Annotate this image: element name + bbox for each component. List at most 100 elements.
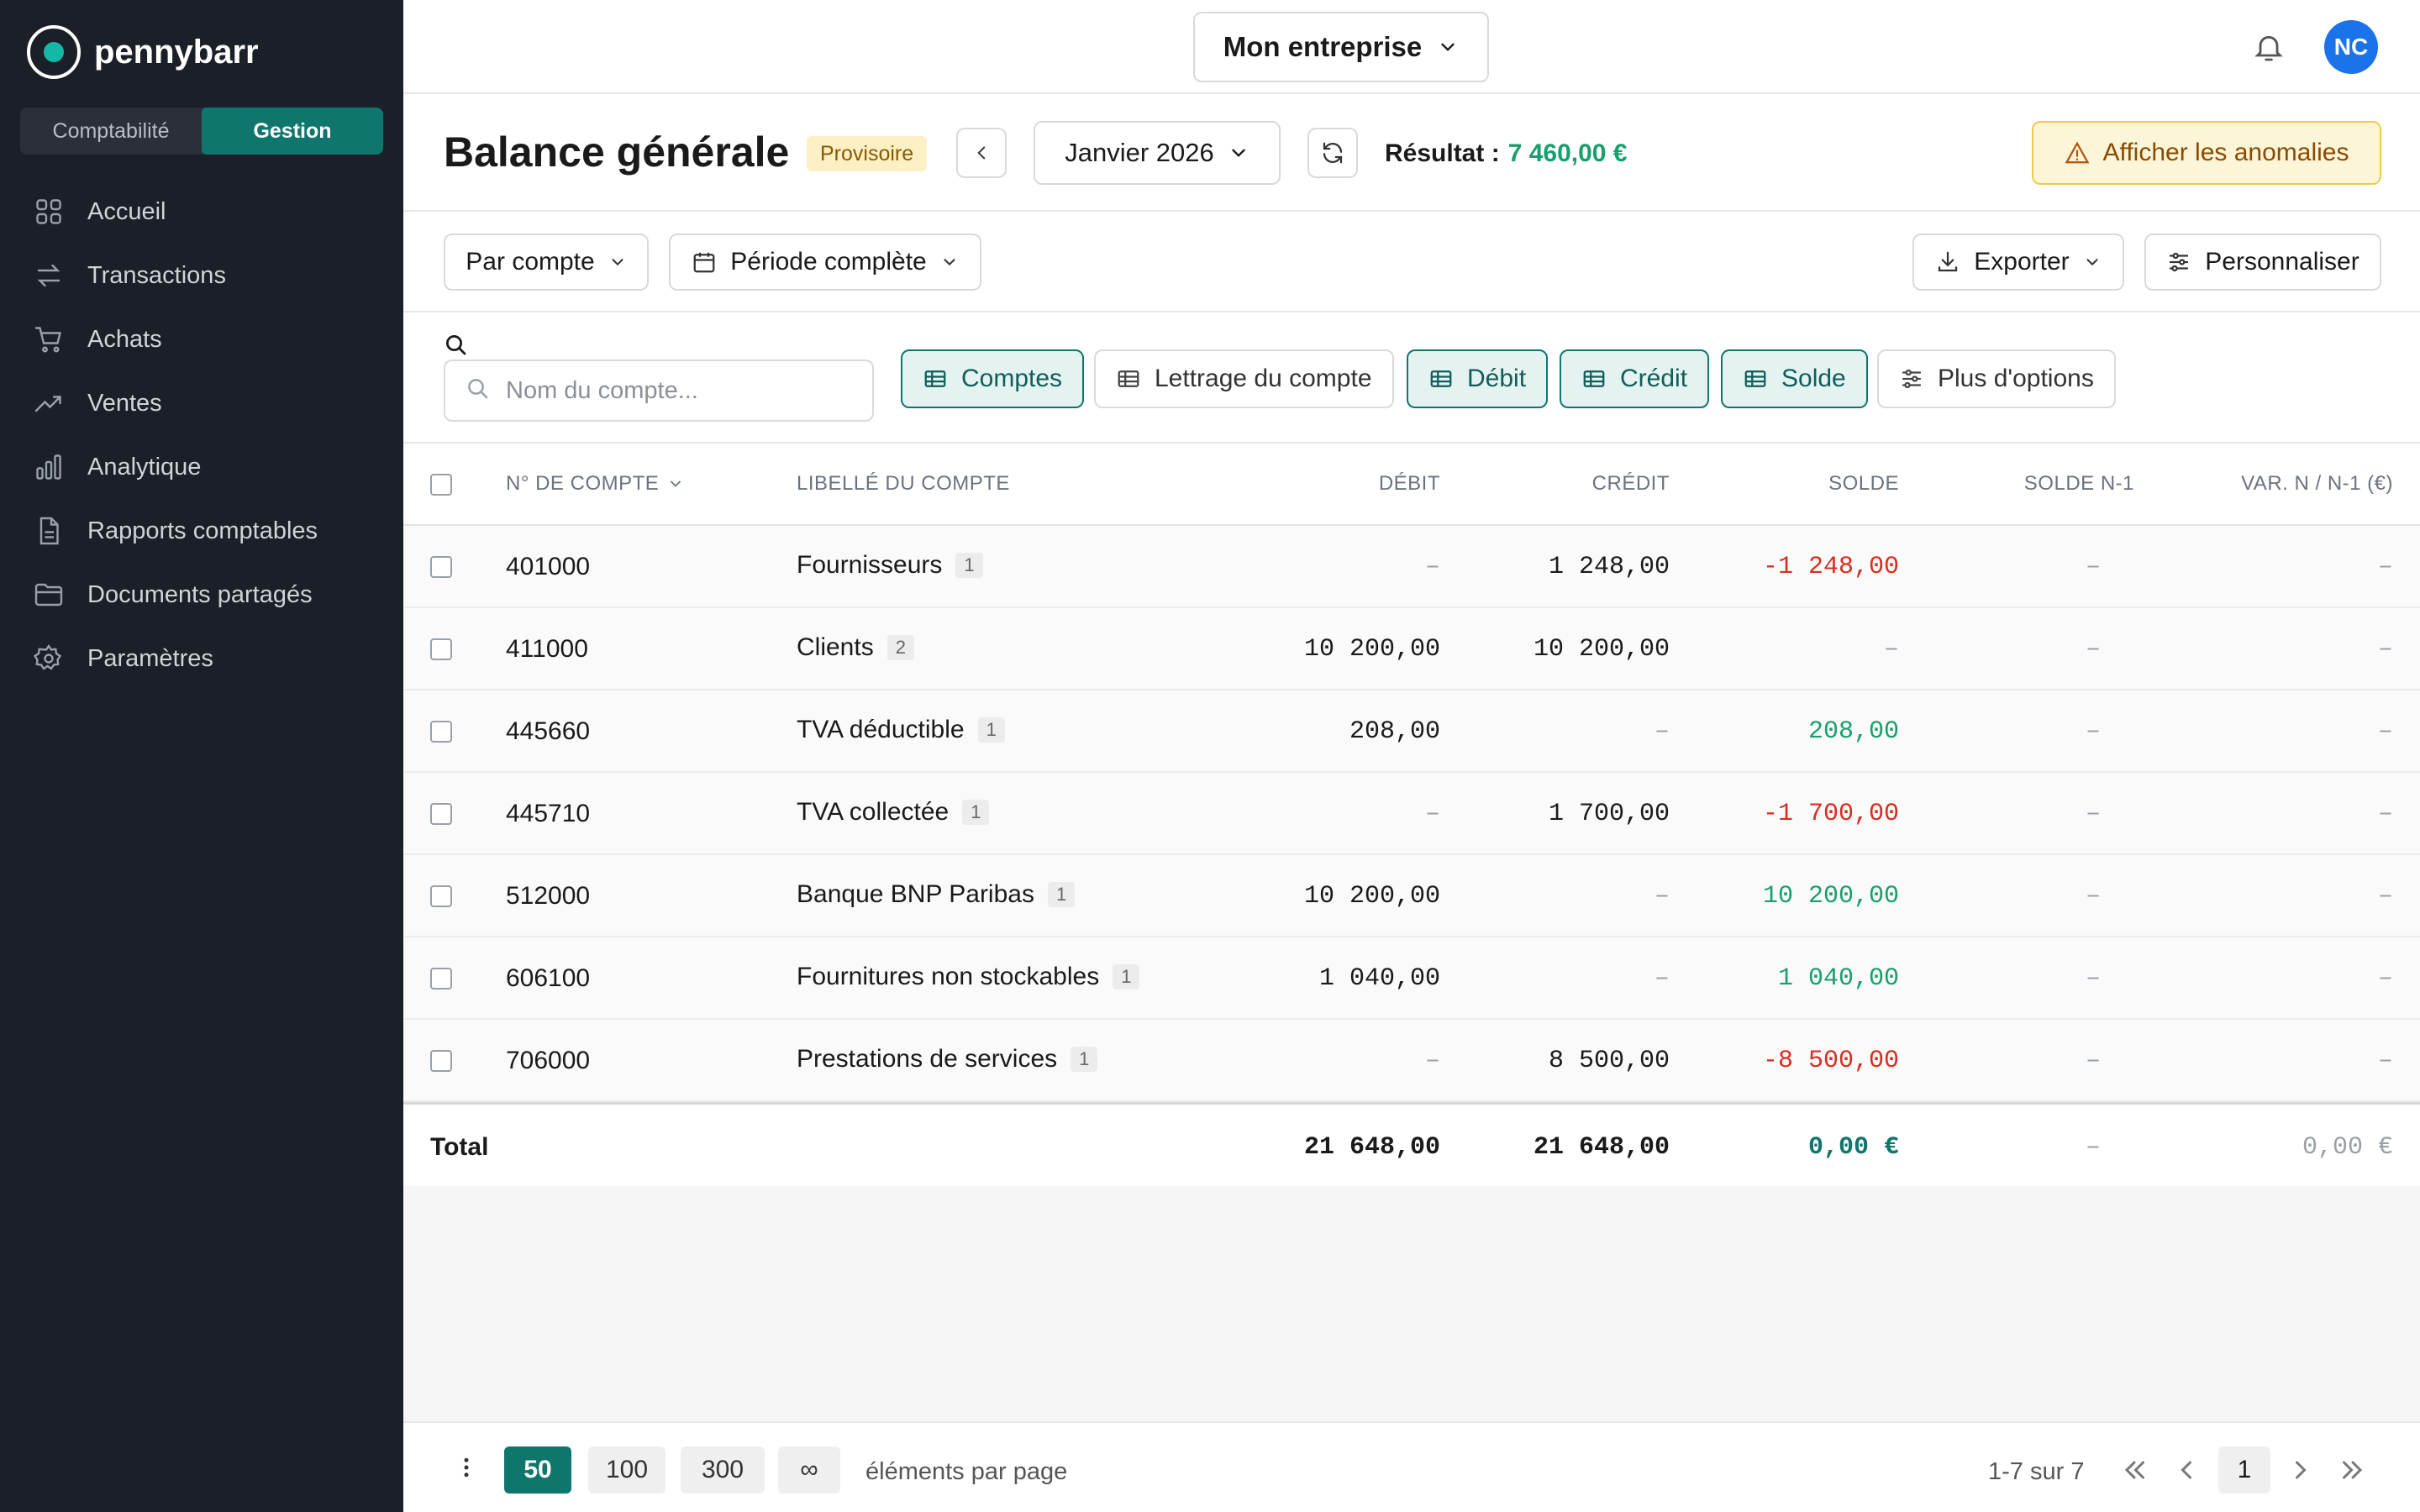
group-by-select[interactable]: Par compte bbox=[444, 234, 649, 291]
debit-value: – bbox=[1424, 1047, 1440, 1075]
brand[interactable]: pennybarr bbox=[27, 25, 259, 79]
toggle-debit[interactable]: Débit bbox=[1407, 349, 1549, 408]
row-checkbox[interactable] bbox=[430, 1050, 452, 1072]
column-solde[interactable]: SOLDE bbox=[1828, 472, 1899, 496]
table-row[interactable]: 445710 TVA collectée 1 – 1 700,00 -1 700,00 – – bbox=[403, 773, 2420, 855]
toggle-credit[interactable]: Crédit bbox=[1560, 349, 1710, 408]
company-select[interactable]: Mon entreprise bbox=[1193, 12, 1489, 82]
current-page[interactable]: 1 bbox=[2218, 1446, 2270, 1494]
previous-month-button[interactable] bbox=[956, 128, 1007, 178]
column-account-number[interactable]: N° DE COMPTE bbox=[506, 472, 684, 496]
period-select[interactable]: Période complète bbox=[669, 234, 981, 291]
account-label: Fournitures non stockables 1 bbox=[797, 963, 1140, 991]
table-icon bbox=[1118, 370, 1139, 387]
toggle-lettrage[interactable]: Lettrage du compte bbox=[1094, 349, 1394, 408]
credit-value: 1 700,00 bbox=[1548, 800, 1670, 828]
table-row[interactable]: 411000 Clients 2 10 200,00 10 200,00 – – – bbox=[403, 608, 2420, 690]
cart-icon bbox=[34, 327, 62, 353]
table-row[interactable]: 706000 Prestations de services 1 – 8 500,00 -… bbox=[403, 1020, 2420, 1102]
first-page-icon[interactable] bbox=[2119, 1455, 2149, 1485]
account-number: 512000 bbox=[506, 882, 591, 910]
refresh-button[interactable] bbox=[1307, 128, 1358, 178]
account-label: Prestations de services 1 bbox=[797, 1045, 1098, 1074]
page-size-100[interactable]: 100 bbox=[588, 1446, 666, 1494]
column-variation[interactable]: VAR. N / N-1 (€) bbox=[2241, 472, 2393, 496]
toggle-label: Solde bbox=[1781, 365, 1846, 392]
sidebar-item-transactions[interactable]: Transactions bbox=[0, 244, 403, 307]
row-checkbox[interactable] bbox=[430, 721, 452, 743]
result-summary: Résultat :7 460,00 € bbox=[1385, 139, 1627, 168]
page-size-all[interactable]: ∞ bbox=[778, 1446, 840, 1494]
solde-value: 1 040,00 bbox=[1777, 964, 1899, 993]
show-anomalies-label: Afficher les anomalies bbox=[2102, 139, 2349, 166]
bar-chart-icon bbox=[36, 454, 61, 480]
sidebar-item-accueil[interactable]: Accueil bbox=[0, 180, 403, 244]
sidebar-item-label: Transactions bbox=[87, 261, 226, 289]
table-row[interactable]: 512000 Banque BNP Paribas 1 10 200,00 – 10 20… bbox=[403, 855, 2420, 937]
row-checkbox[interactable] bbox=[430, 556, 452, 578]
toggle-comptes[interactable]: Comptes bbox=[901, 349, 1085, 408]
sidebar-item-achats[interactable]: Achats bbox=[0, 307, 403, 371]
total-label: Total bbox=[430, 1133, 489, 1161]
sidebar-item-label: Rapports comptables bbox=[87, 517, 318, 544]
account-label: Fournisseurs 1 bbox=[797, 551, 983, 580]
sidebar-item-analytique[interactable]: Analytique bbox=[0, 435, 403, 499]
previous-page-icon[interactable] bbox=[2171, 1455, 2202, 1485]
entry-count-badge: 1 bbox=[1113, 964, 1140, 990]
gear-icon bbox=[34, 643, 62, 670]
row-checkbox[interactable] bbox=[430, 885, 452, 907]
toggle-solde[interactable]: Solde bbox=[1721, 349, 1868, 408]
column-credit[interactable]: CRÉDIT bbox=[1592, 472, 1670, 496]
total-variation: 0,00 € bbox=[2302, 1133, 2393, 1162]
account-number: 706000 bbox=[506, 1047, 591, 1074]
last-page-icon[interactable] bbox=[2338, 1455, 2368, 1485]
row-checkbox[interactable] bbox=[430, 968, 452, 990]
company-name: Mon entreprise bbox=[1223, 31, 1423, 62]
solde-n1-value: – bbox=[2085, 964, 2101, 993]
select-all-checkbox[interactable] bbox=[430, 474, 452, 496]
sidebar-item-documents[interactable]: Documents partagés bbox=[0, 563, 403, 627]
column-solde-n1[interactable]: SOLDE N-1 bbox=[2024, 472, 2134, 496]
page-title: Balance générale bbox=[444, 129, 790, 176]
mode-gestion[interactable]: Gestion bbox=[202, 108, 383, 155]
month-select[interactable]: Janvier 2026 bbox=[1034, 121, 1281, 185]
solde-value: -1 700,00 bbox=[1762, 800, 1899, 828]
account-label-text: Banque BNP Paribas bbox=[797, 880, 1034, 908]
row-checkbox[interactable] bbox=[430, 638, 452, 660]
grid-icon bbox=[36, 199, 61, 224]
table-row[interactable]: 401000 Fournisseurs 1 – 1 248,00 -1 248,00 – – bbox=[403, 526, 2420, 608]
solde-value: 208,00 bbox=[1807, 717, 1899, 746]
table-row[interactable]: 445660 TVA déductible 1 208,00 – 208,00 – – bbox=[403, 690, 2420, 773]
debit-value: 208,00 bbox=[1349, 717, 1440, 746]
bell-icon[interactable] bbox=[2252, 30, 2286, 64]
next-page-icon[interactable] bbox=[2286, 1455, 2316, 1485]
debit-value: 10 200,00 bbox=[1303, 635, 1440, 664]
search-icon bbox=[446, 335, 466, 355]
sidebar-item-rapports[interactable]: Rapports comptables bbox=[0, 499, 403, 563]
sidebar-item-label: Achats bbox=[87, 325, 162, 353]
account-label-text: Prestations de services bbox=[797, 1045, 1058, 1073]
page-size-50[interactable]: 50 bbox=[504, 1446, 571, 1494]
table-icon bbox=[1583, 370, 1605, 387]
export-button[interactable]: Exporter bbox=[1912, 234, 2124, 291]
page-size-300[interactable]: 300 bbox=[681, 1446, 765, 1494]
sidebar: pennybarr Comptabilité Gestion Accueil T… bbox=[0, 0, 403, 1512]
customize-button[interactable]: Personnaliser bbox=[2144, 234, 2381, 291]
show-anomalies-button[interactable]: Afficher les anomalies bbox=[2032, 121, 2381, 185]
more-vertical-icon[interactable] bbox=[454, 1455, 479, 1480]
logo-icon bbox=[27, 25, 81, 79]
toggle-label: Plus d'options bbox=[1938, 365, 2094, 392]
column-account-label[interactable]: LIBELLÉ DU COMPTE bbox=[797, 472, 1010, 496]
row-checkbox[interactable] bbox=[430, 803, 452, 825]
search-input[interactable] bbox=[506, 361, 859, 420]
entry-count-badge: 2 bbox=[886, 635, 914, 660]
sidebar-item-parametres[interactable]: Paramètres bbox=[0, 627, 403, 690]
column-debit[interactable]: DÉBIT bbox=[1379, 472, 1440, 496]
sidebar-item-ventes[interactable]: Ventes bbox=[0, 371, 403, 435]
variation-value: – bbox=[2377, 1047, 2393, 1075]
mode-comptabilite[interactable]: Comptabilité bbox=[20, 108, 202, 155]
credit-value: – bbox=[1654, 882, 1670, 911]
more-options-button[interactable]: Plus d'options bbox=[1877, 349, 2116, 408]
table-row[interactable]: 606100 Fournitures non stockables 1 1 040,0… bbox=[403, 937, 2420, 1020]
avatar[interactable]: NC bbox=[2324, 20, 2378, 74]
